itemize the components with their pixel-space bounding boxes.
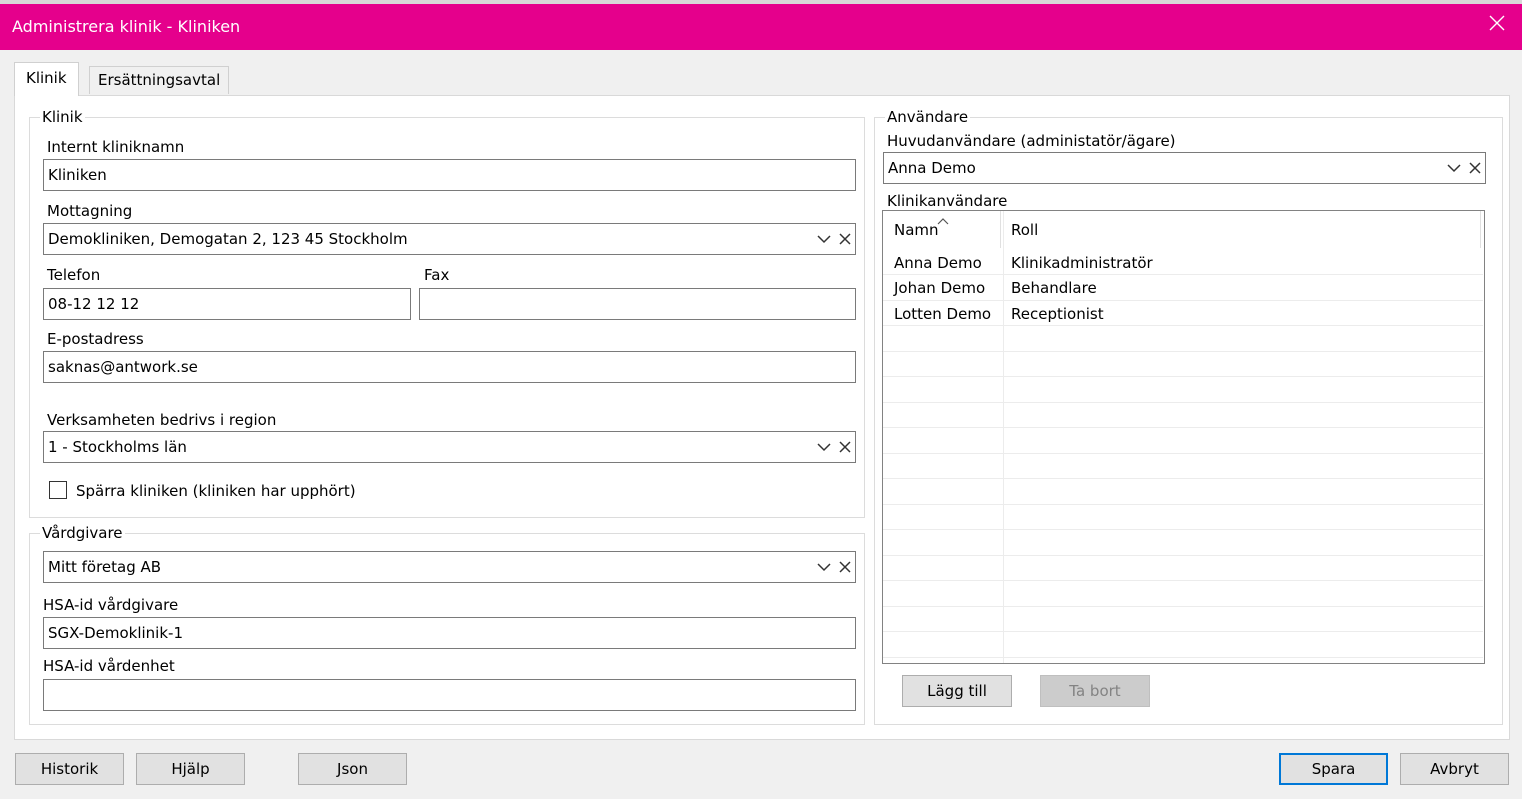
main-user-combobox[interactable]: Anna Demo	[883, 152, 1486, 184]
grid-row-line	[883, 631, 1483, 632]
tab-ersattningsavtal[interactable]: Ersättningsavtal	[89, 66, 230, 94]
phone-input[interactable]	[43, 288, 411, 320]
window-title: Administrera klinik - Kliniken	[12, 17, 241, 36]
user-role-cell[interactable]: Klinikadministratör	[1011, 254, 1153, 272]
user-role-cell[interactable]: Behandlare	[1011, 279, 1097, 297]
clinic-users-table[interactable]: Namn Roll Anna Demo Klinikadministratör …	[882, 210, 1485, 664]
clear-icon[interactable]	[839, 441, 851, 453]
email-label: E-postadress	[47, 330, 144, 348]
save-button[interactable]: Spara	[1279, 753, 1388, 785]
grid-row-line	[883, 606, 1483, 607]
chevron-down-icon[interactable]	[817, 442, 831, 452]
history-button[interactable]: Historik	[15, 753, 124, 785]
grid-row-line	[883, 274, 1483, 275]
user-name-cell[interactable]: Johan Demo	[894, 279, 985, 297]
grid-row-line	[883, 657, 1483, 658]
hsa-provider-label: HSA-id vårdgivare	[43, 596, 179, 614]
region-label: Verksamheten bedrivs i region	[47, 411, 277, 429]
internal-name-input[interactable]	[43, 159, 856, 191]
fax-label: Fax	[424, 266, 450, 284]
add-user-button[interactable]: Lägg till	[902, 675, 1012, 707]
hsa-unit-input[interactable]	[43, 679, 856, 711]
user-role-cell[interactable]: Receptionist	[1011, 305, 1104, 323]
user-name-cell[interactable]: Anna Demo	[894, 254, 982, 272]
grid-row-line	[883, 325, 1483, 326]
clear-icon[interactable]	[839, 233, 851, 245]
clear-icon[interactable]	[1469, 162, 1481, 174]
email-input[interactable]	[43, 351, 856, 383]
sort-ascending-icon	[937, 211, 949, 229]
provider-value: Mitt företag AB	[48, 558, 162, 576]
vardgivare-legend: Vårdgivare	[42, 524, 123, 542]
internal-name-label: Internt kliniknamn	[47, 138, 185, 156]
remove-user-button[interactable]: Ta bort	[1040, 675, 1150, 707]
grid-row-line	[883, 351, 1483, 352]
clinic-users-label: Klinikanvändare	[887, 192, 1008, 210]
hsa-unit-label: HSA-id vårdenhet	[43, 657, 175, 675]
title-bar: Administrera klinik - Kliniken	[0, 0, 1522, 50]
column-header-namn[interactable]: Namn	[894, 221, 939, 239]
region-combobox[interactable]: 1 - Stockholms län	[43, 431, 856, 463]
grid-row-line	[883, 529, 1483, 530]
phone-label: Telefon	[47, 266, 101, 284]
grid-row-line	[883, 427, 1483, 428]
hsa-provider-input[interactable]	[43, 617, 856, 649]
close-icon[interactable]	[1486, 12, 1508, 34]
grid-row-line	[883, 478, 1483, 479]
tab-klinik[interactable]: Klinik	[14, 62, 79, 96]
block-clinic-checkbox[interactable]	[49, 481, 67, 499]
provider-combobox[interactable]: Mitt företag AB	[43, 551, 856, 583]
grid-row-line	[883, 555, 1483, 556]
user-name-cell[interactable]: Lotten Demo	[894, 305, 991, 323]
grid-row-line	[883, 504, 1483, 505]
reception-label: Mottagning	[47, 202, 133, 220]
clear-icon[interactable]	[839, 561, 851, 573]
chevron-down-icon[interactable]	[1447, 163, 1461, 173]
reception-combobox[interactable]: Demokliniken, Demogatan 2, 123 45 Stockh…	[43, 223, 856, 255]
column-divider	[1000, 211, 1001, 248]
fax-input[interactable]	[419, 288, 856, 320]
main-user-label: Huvudanvändare (administatör/ägare)	[887, 132, 1176, 150]
json-button[interactable]: Json	[298, 753, 407, 785]
grid-row-line	[883, 376, 1483, 377]
cancel-button[interactable]: Avbryt	[1400, 753, 1509, 785]
grid-row-line	[883, 580, 1483, 581]
grid-row-line	[883, 300, 1483, 301]
chevron-down-icon[interactable]	[817, 562, 831, 572]
grid-row-line	[883, 402, 1483, 403]
klinik-legend: Klinik	[42, 108, 83, 126]
users-legend: Användare	[887, 108, 969, 126]
region-value: 1 - Stockholms län	[48, 438, 187, 456]
block-clinic-label: Spärra kliniken (kliniken har upphört)	[76, 482, 356, 500]
column-header-roll[interactable]: Roll	[1011, 221, 1038, 239]
grid-row-line	[883, 453, 1483, 454]
grid-column-line	[1003, 211, 1004, 663]
chevron-down-icon[interactable]	[817, 234, 831, 244]
reception-value: Demokliniken, Demogatan 2, 123 45 Stockh…	[48, 230, 408, 248]
column-divider	[1480, 211, 1481, 248]
main-user-value: Anna Demo	[888, 159, 976, 177]
help-button[interactable]: Hjälp	[136, 753, 245, 785]
